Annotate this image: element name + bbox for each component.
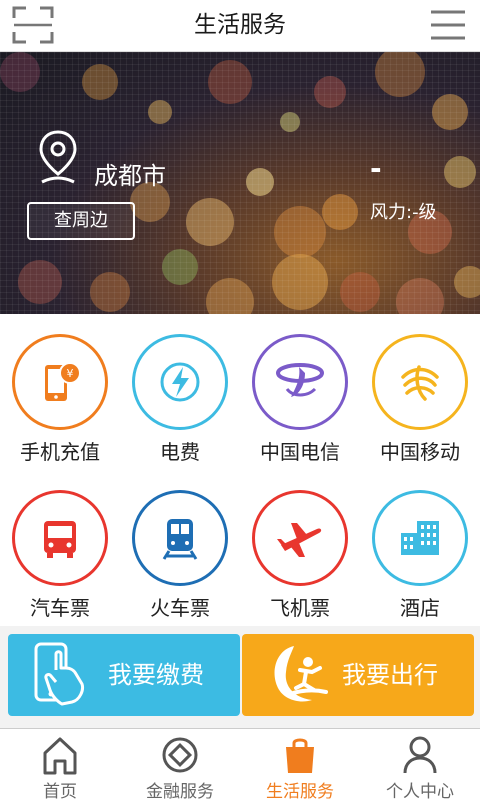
menu-icon[interactable] [430, 7, 466, 43]
tab-label: 金融服务 [146, 782, 214, 800]
bottom-tab-bar: 首页 金融服务 生活服务 个人中心 [0, 728, 480, 800]
nearby-button[interactable]: 查周边 [27, 202, 135, 240]
service-label: 电费 [160, 440, 200, 464]
service-label: 中国移动 [380, 440, 460, 464]
top-bar: 生活服务 [0, 0, 480, 52]
finance-icon [162, 737, 198, 773]
service-phone-recharge[interactable]: ¥ 手机充值 [0, 314, 120, 464]
service-label: 中国电信 [260, 440, 340, 464]
shopping-bag-icon [286, 738, 314, 773]
service-flight-ticket[interactable]: 飞机票 [240, 470, 360, 620]
tab-life-services[interactable]: 生活服务 [240, 729, 360, 800]
surfer-icon [274, 646, 328, 702]
person-icon [403, 736, 437, 774]
tab-label: 个人中心 [386, 782, 454, 800]
temperature-value: - [370, 152, 382, 185]
home-icon [43, 737, 77, 775]
location-pin-icon [36, 128, 80, 186]
svg-text:¥: ¥ [67, 367, 74, 380]
service-hotel[interactable]: 酒店 [360, 470, 480, 620]
weather-banner: 成都市 查周边 - 风力:-级 [0, 52, 480, 314]
china-telecom-icon [276, 363, 324, 397]
service-label: 汽车票 [30, 596, 90, 620]
tab-label: 生活服务 [266, 782, 334, 800]
hotel-icon [401, 521, 439, 555]
service-label: 飞机票 [270, 596, 330, 620]
service-train-ticket[interactable]: 火车票 [120, 470, 240, 620]
bus-icon [44, 521, 76, 558]
service-bus-ticket[interactable]: 汽车票 [0, 470, 120, 620]
phone-recharge-icon: ¥ [45, 362, 81, 401]
service-china-mobile[interactable]: 中国移动 [360, 314, 480, 464]
tab-home[interactable]: 首页 [0, 729, 120, 800]
airplane-icon [277, 523, 322, 557]
china-mobile-icon [401, 365, 439, 401]
service-label: 手机充值 [20, 440, 100, 464]
service-electricity[interactable]: 电费 [120, 314, 240, 464]
electricity-icon [160, 362, 200, 402]
service-label: 火车票 [150, 596, 210, 620]
pay-bills-label: 我要缴费 [108, 661, 204, 689]
travel-label: 我要出行 [342, 661, 438, 689]
services-grid: ¥ 手机充值 电费 中国电信 中国移动 汽车票 火车票 飞机票 酒店 [0, 314, 480, 626]
pay-bills-button[interactable]: 我要缴费 [8, 634, 240, 716]
hand-phone-icon [34, 642, 84, 706]
service-china-telecom[interactable]: 中国电信 [240, 314, 360, 464]
train-icon [162, 519, 198, 560]
service-label: 酒店 [400, 596, 440, 620]
quick-actions: 我要缴费 我要出行 [0, 626, 480, 728]
travel-button[interactable]: 我要出行 [242, 634, 474, 716]
tab-label: 首页 [43, 782, 77, 800]
tab-finance[interactable]: 金融服务 [120, 729, 240, 800]
page-title: 生活服务 [194, 12, 286, 38]
city-name: 成都市 [94, 162, 166, 190]
tab-personal-center[interactable]: 个人中心 [360, 729, 480, 800]
wind-level: 风力:-级 [370, 202, 437, 223]
